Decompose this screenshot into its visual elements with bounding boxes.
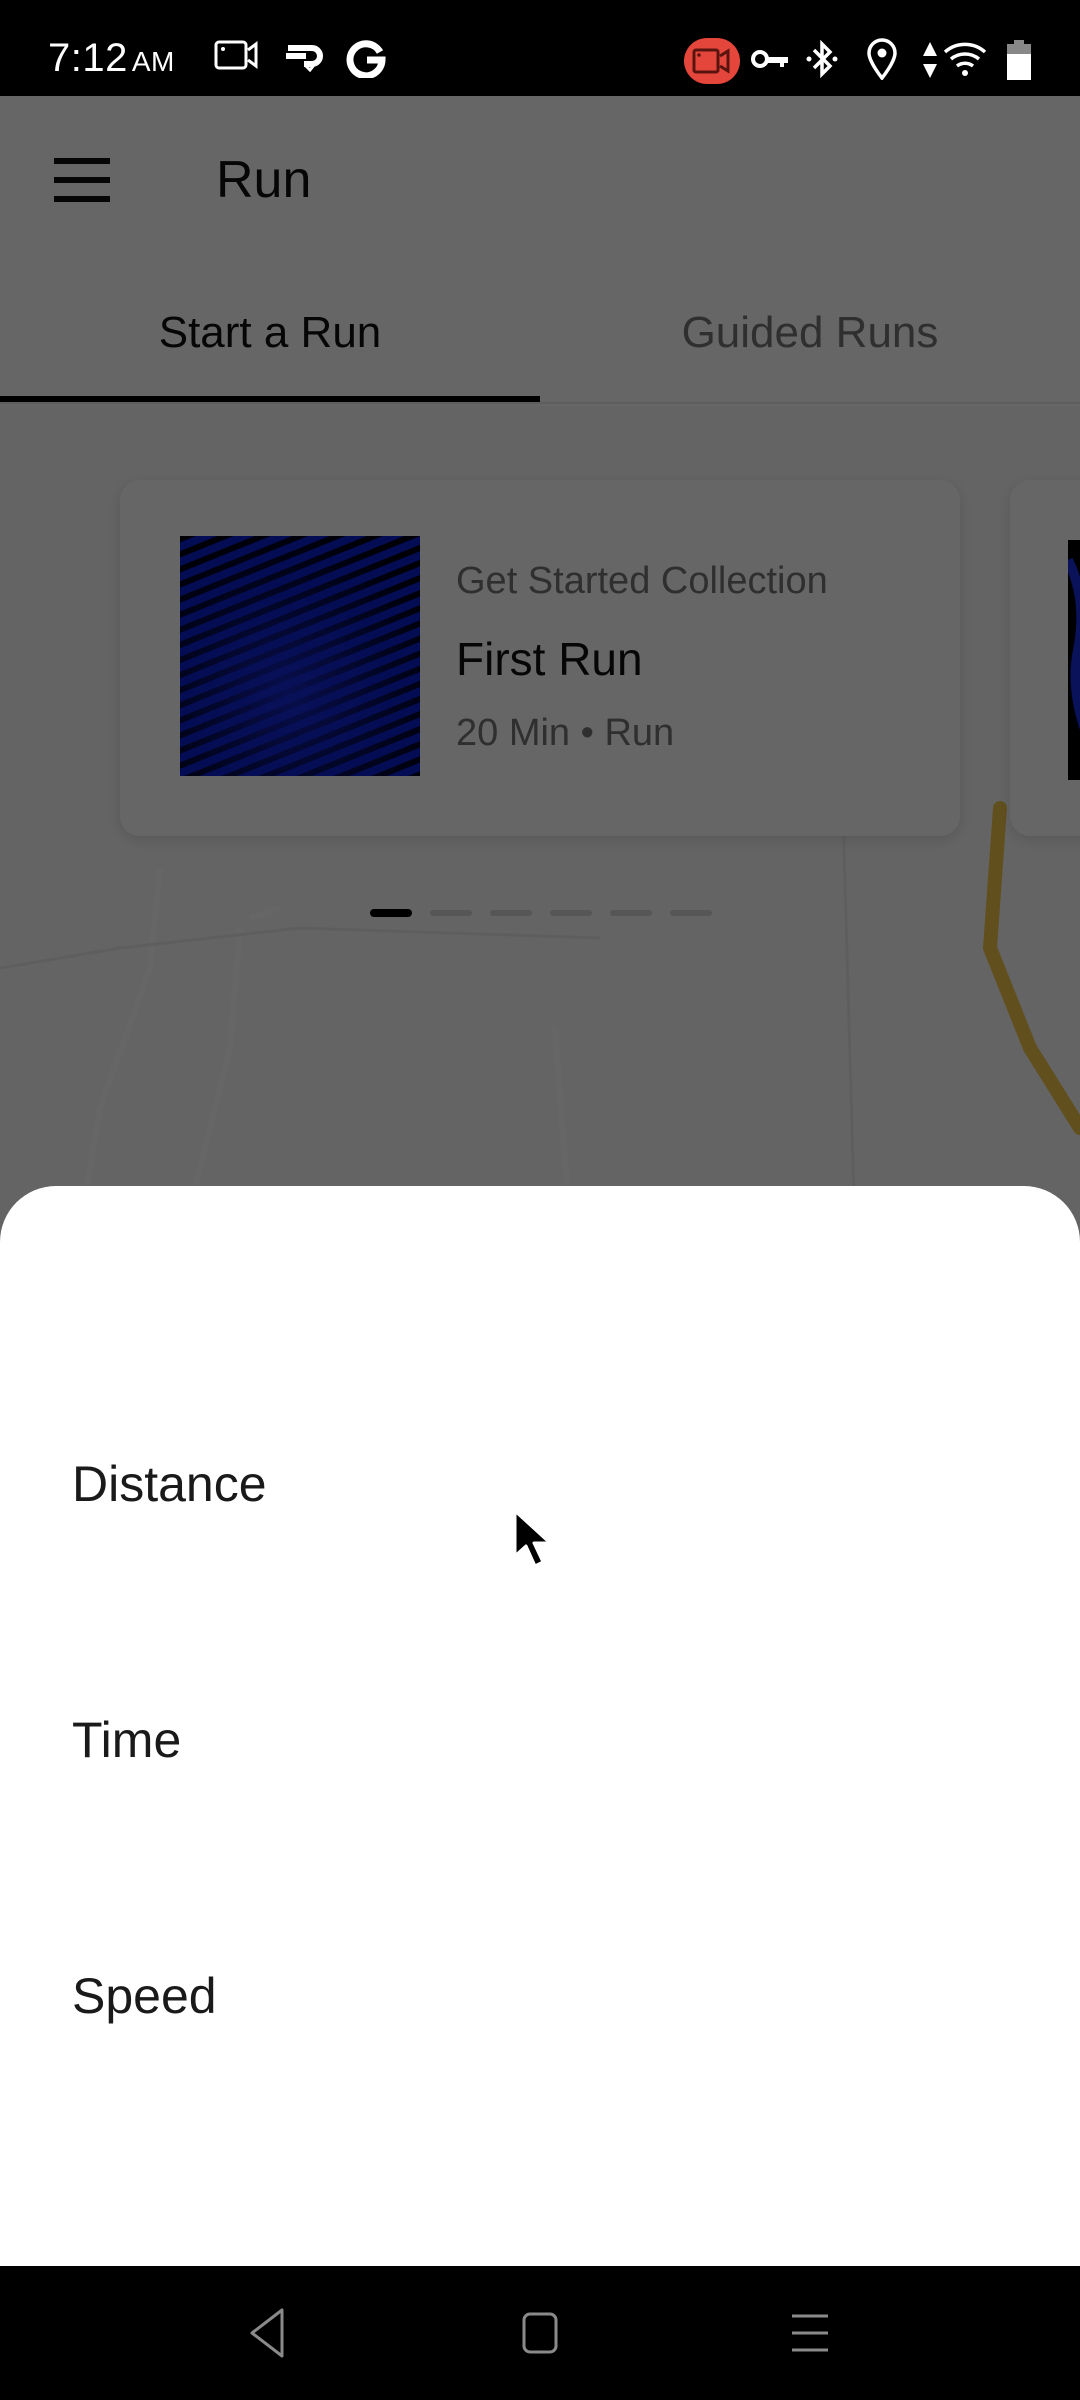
- option-speed[interactable]: Speed: [0, 1896, 1080, 2096]
- home-icon[interactable]: [500, 2296, 580, 2370]
- status-bar: 7:12 AM: [0, 0, 1080, 96]
- screen-record-icon: [214, 40, 258, 70]
- system-navigation-bar: [0, 2266, 1080, 2400]
- battery-icon: [1007, 40, 1031, 80]
- option-time-label: Time: [72, 1712, 182, 1768]
- recents-icon[interactable]: [770, 2296, 850, 2370]
- option-time[interactable]: Time: [0, 1640, 1080, 1840]
- wifi-icon: [943, 42, 987, 76]
- screen-record-active-icon: [692, 48, 730, 74]
- google-icon: [346, 40, 386, 78]
- status-time-value: 7:12: [48, 36, 128, 80]
- option-speed-label: Speed: [72, 1968, 217, 2024]
- screen-record-active-pill[interactable]: [684, 38, 740, 84]
- bluetooth-icon: [806, 39, 838, 79]
- cloud-sync-icon: [286, 45, 323, 72]
- option-distance-label: Distance: [72, 1456, 267, 1512]
- vpn-key-icon: [751, 50, 788, 68]
- goal-type-bottom-sheet: Distance Time Speed: [0, 1186, 1080, 2266]
- back-icon[interactable]: [226, 2296, 306, 2370]
- location-icon: [867, 38, 897, 80]
- mouse-pointer-icon: [513, 1509, 552, 1568]
- status-clock: 7:12 AM: [48, 34, 175, 86]
- status-time-ampm: AM: [131, 46, 175, 77]
- data-arrows-icon: [923, 42, 937, 78]
